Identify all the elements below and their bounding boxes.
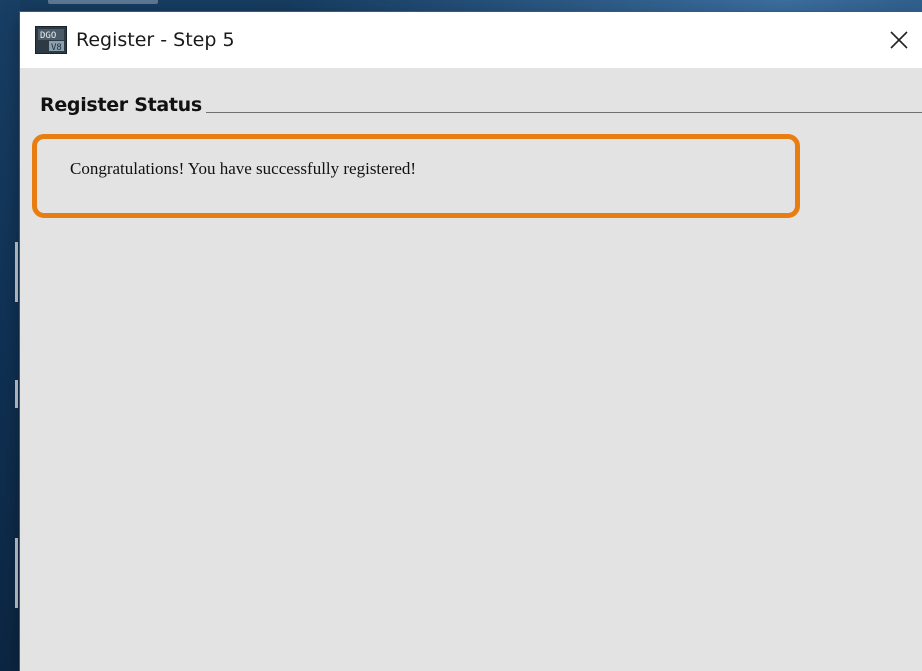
- status-message: Congratulations! You have successfully r…: [70, 159, 417, 178]
- desktop-edge-mark: [15, 242, 18, 302]
- close-icon: [890, 31, 908, 49]
- title-bar[interactable]: DGO V8 Register - Step 5: [20, 12, 922, 68]
- svg-text:DGO: DGO: [40, 31, 56, 41]
- section-title: Register Status: [40, 94, 206, 116]
- desktop-left-strip: [0, 0, 20, 671]
- desktop-edge-mark: [15, 538, 18, 608]
- close-button[interactable]: [876, 12, 922, 68]
- app-logo-icon: DGO V8: [35, 26, 67, 54]
- desktop-edge-mark: [15, 380, 18, 408]
- svg-text:V8: V8: [51, 43, 62, 53]
- section-header: Register Status: [40, 94, 206, 116]
- register-dialog: DGO V8 Register - Step 5 Register Status…: [20, 12, 922, 671]
- desktop-window-fragment: [48, 0, 158, 4]
- window-title: Register - Step 5: [76, 29, 235, 51]
- dialog-content: Register Status Congratulations! You hav…: [20, 68, 922, 671]
